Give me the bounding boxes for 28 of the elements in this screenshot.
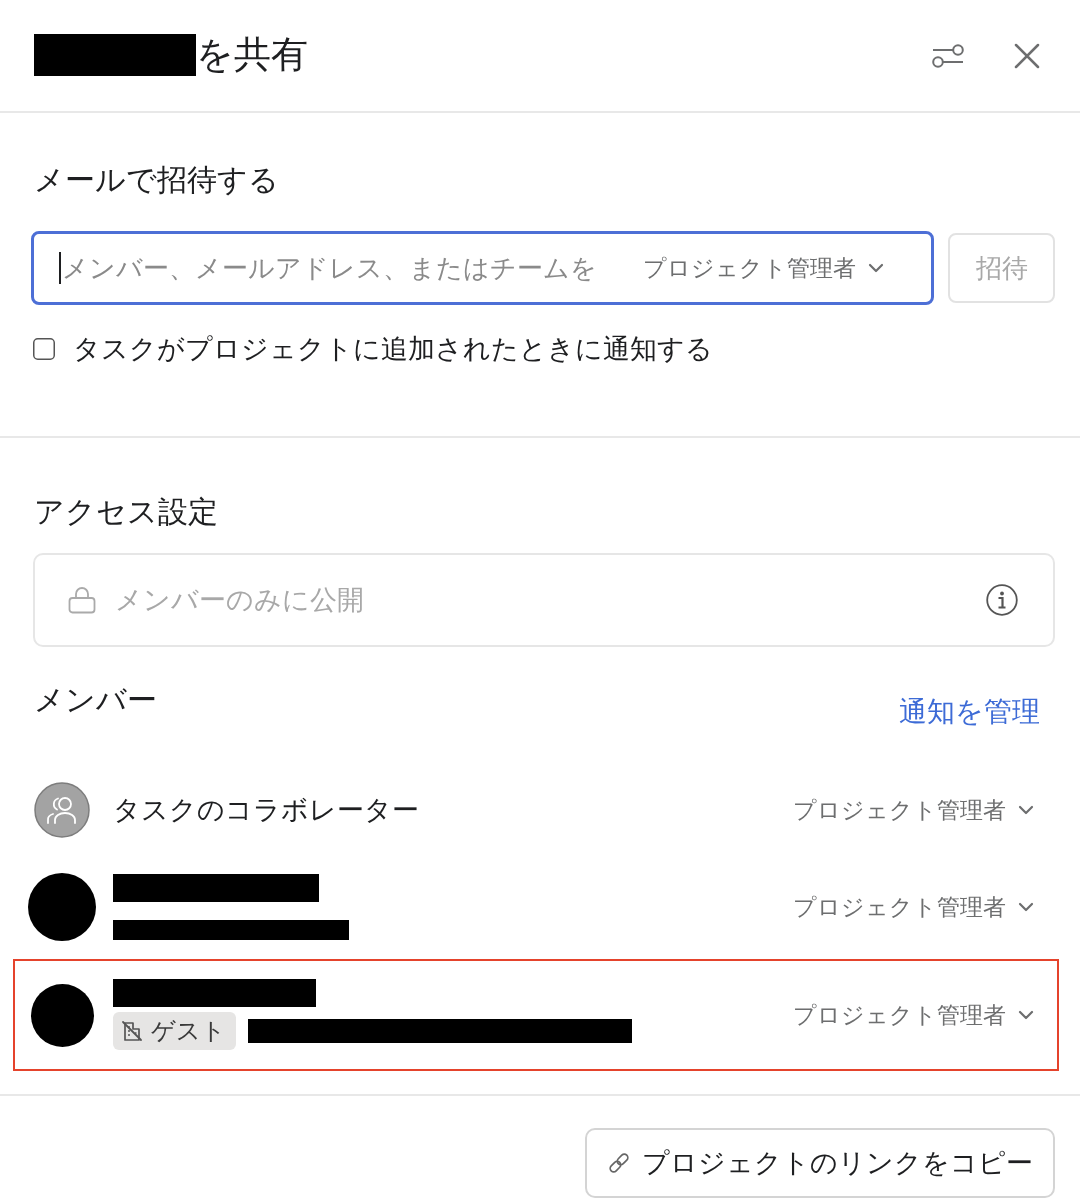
member-name: タスクのコラボレーター bbox=[113, 794, 419, 827]
link-icon bbox=[607, 1151, 631, 1175]
email-input[interactable]: メンバー、メールアドレス、またはチームを bbox=[62, 252, 643, 284]
dialog-title: を共有 bbox=[196, 33, 308, 78]
role-dropdown[interactable]: プロジェクト管理者 bbox=[643, 252, 884, 284]
checkbox-label: タスクがプロジェクトに追加されたときに通知する bbox=[73, 333, 713, 366]
chevron-down-icon bbox=[1018, 902, 1034, 912]
chevron-down-icon bbox=[1018, 1010, 1034, 1020]
people-icon bbox=[34, 782, 90, 838]
badge-label: ゲスト bbox=[151, 1015, 226, 1046]
chevron-down-icon bbox=[1018, 805, 1034, 815]
sliders-icon[interactable] bbox=[932, 42, 964, 69]
copy-link-button[interactable]: プロジェクトのリンクをコピー bbox=[585, 1128, 1055, 1198]
building-slash-icon bbox=[121, 1019, 143, 1042]
role-dropdown[interactable]: プロジェクト管理者 bbox=[793, 794, 1034, 826]
section-heading: メンバー bbox=[34, 682, 157, 718]
checkbox[interactable] bbox=[33, 338, 55, 360]
role-dropdown[interactable]: プロジェクト管理者 bbox=[793, 891, 1034, 923]
access-value: メンバーのみに公開 bbox=[115, 584, 364, 617]
section-heading: メールで招待する bbox=[34, 162, 279, 198]
lock-icon bbox=[68, 586, 96, 614]
text-cursor bbox=[59, 252, 61, 284]
invite-field[interactable]: メンバー、メールアドレス、またはチームを プロジェクト管理者 bbox=[31, 231, 934, 305]
section-heading: アクセス設定 bbox=[34, 494, 218, 530]
close-icon[interactable] bbox=[1014, 42, 1040, 69]
role-dropdown[interactable]: プロジェクト管理者 bbox=[793, 999, 1034, 1031]
chevron-down-icon bbox=[868, 263, 884, 273]
manage-notifications-link[interactable]: 通知を管理 bbox=[899, 693, 1040, 730]
